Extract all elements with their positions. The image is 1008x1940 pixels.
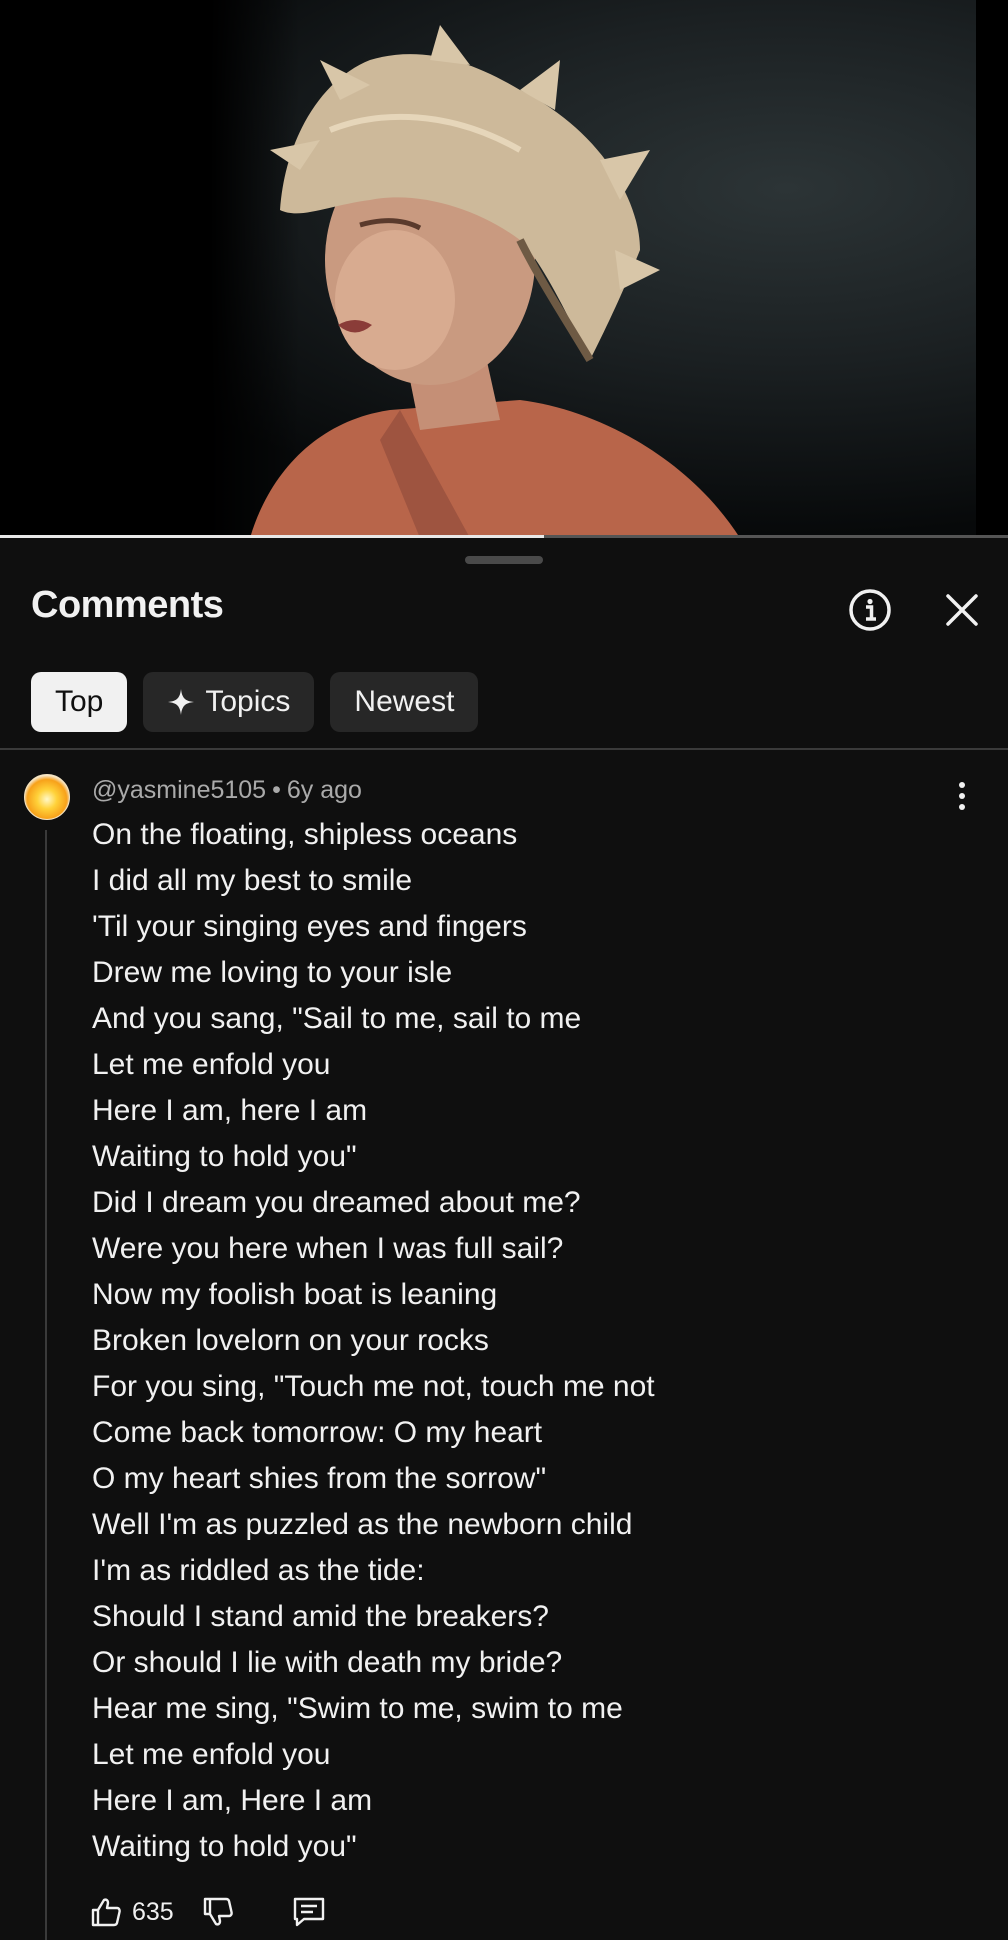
info-button[interactable]: [844, 584, 896, 636]
comment-line: Did I dream you dreamed about me?: [92, 1186, 581, 1219]
comment-line: Let me enfold you: [92, 1048, 331, 1081]
video-progress-fill: [0, 535, 545, 538]
reply-button[interactable]: [292, 1896, 326, 1928]
comment-line: I did all my best to smile: [92, 864, 413, 897]
close-icon: [946, 594, 978, 626]
comment-line: Waiting to hold you": [92, 1830, 357, 1863]
comment-line: Hear me sing, "Swim to me, swim to me: [92, 1692, 623, 1725]
chip-top-label: Top: [55, 685, 104, 718]
comment-line: Let me enfold you: [92, 1738, 331, 1771]
video-side-bar: [976, 0, 1008, 538]
comment-actions: 635: [90, 1892, 326, 1932]
sparkle-icon: [167, 688, 195, 716]
comment-icon: [293, 1897, 324, 1927]
chip-topics-label: Topics: [205, 685, 291, 718]
comment-line: Drew me loving to your isle: [92, 956, 453, 989]
comment-line: I'm as riddled as the tide:: [92, 1554, 425, 1587]
comment-line: And you sang, "Sail to me, sail to me: [92, 1002, 582, 1035]
comment-line: For you sing, "Touch me not, touch me no…: [92, 1370, 655, 1403]
thumbs-up-icon: [91, 1898, 121, 1927]
thread-line: [45, 830, 47, 1940]
comment-author[interactable]: @yasmine5105: [92, 776, 266, 804]
comment-line: Now my foolish boat is leaning: [92, 1278, 498, 1311]
comment-line: 'Til your singing eyes and fingers: [92, 910, 527, 943]
chip-newest[interactable]: Newest: [330, 672, 479, 732]
comment-line: Here I am, Here I am: [92, 1784, 373, 1817]
video-player[interactable]: [0, 0, 1008, 538]
comment-line: Come back tomorrow: O my heart: [92, 1416, 543, 1449]
chip-topics[interactable]: Topics: [143, 672, 315, 732]
chip-newest-label: Newest: [354, 685, 455, 718]
comment-line: Well I'm as puzzled as the newborn child: [92, 1508, 633, 1541]
comments-sheet: Comments Top Topics Newest @yasmine5105 •: [0, 540, 1008, 1940]
comment-line: Should I stand amid the breakers?: [92, 1600, 549, 1633]
drag-handle[interactable]: [465, 556, 543, 564]
comment-line: Or should I lie with death my bride?: [92, 1646, 563, 1679]
video-progress-bar[interactable]: [0, 535, 1008, 538]
comment-line: Broken lovelorn on your rocks: [92, 1324, 489, 1357]
video-frame-figure: [250, 25, 740, 538]
sort-chips: Top Topics Newest: [31, 672, 479, 732]
meta-separator: •: [272, 776, 281, 804]
comment-text: On the floating, shipless oceans I did al…: [92, 812, 972, 1870]
like-button[interactable]: 635: [90, 1896, 174, 1928]
close-button[interactable]: [936, 584, 988, 636]
comment-time: 6y ago: [286, 776, 362, 804]
chip-top[interactable]: Top: [31, 672, 128, 732]
avatar[interactable]: [24, 774, 70, 820]
dislike-button[interactable]: [202, 1896, 234, 1928]
header-divider: [0, 748, 1008, 750]
comment-line: Were you here when I was full sail?: [92, 1232, 564, 1265]
panel-title: Comments: [31, 584, 224, 626]
more-vert-icon: [959, 782, 965, 810]
info-icon: [849, 589, 891, 631]
comment-line: O my heart shies from the sorrow": [92, 1462, 547, 1495]
thumbs-down-icon: [203, 1897, 233, 1926]
like-count: 635: [132, 1897, 174, 1926]
comment-line: Waiting to hold you": [92, 1140, 357, 1173]
comment-line: Here I am, here I am: [92, 1094, 368, 1127]
comment-line: On the floating, shipless oceans: [92, 818, 518, 851]
comment-meta: @yasmine5105 • 6y ago: [92, 776, 362, 805]
